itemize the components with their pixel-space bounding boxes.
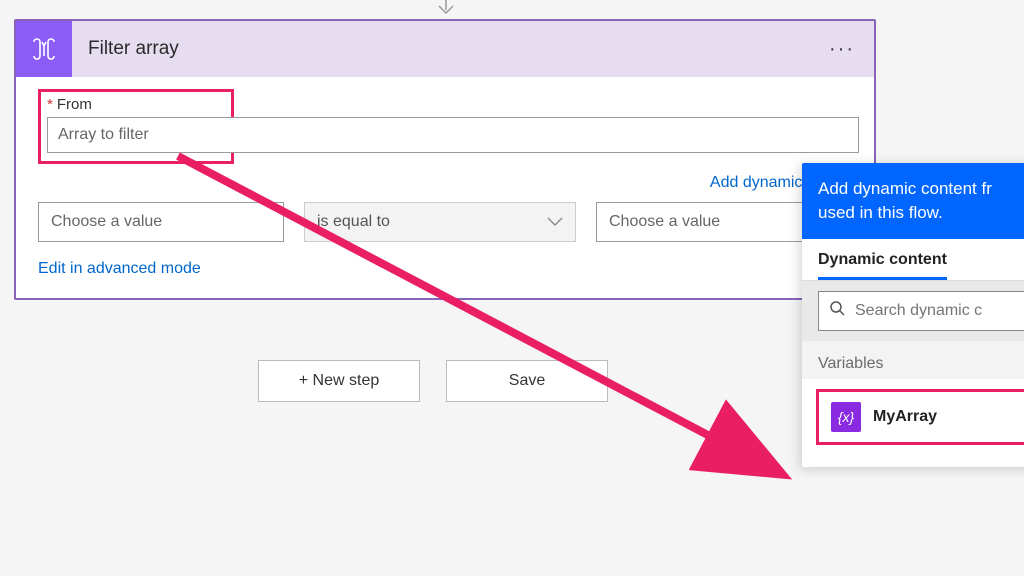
from-input[interactable]: [47, 117, 859, 153]
from-label: * From: [47, 96, 225, 113]
flyout-search-input[interactable]: [855, 302, 1024, 320]
variable-item-label: MyArray: [873, 408, 937, 426]
data-operations-icon: [16, 21, 72, 77]
save-button[interactable]: Save: [446, 360, 608, 402]
card-body: * From Add dynamic conte is equal to: [16, 77, 874, 298]
card-title: Filter array: [72, 38, 824, 60]
chevron-down-icon: [547, 214, 563, 230]
search-icon: [829, 300, 845, 321]
variable-myarray-item[interactable]: {x} MyArray: [816, 389, 1024, 445]
operator-label: is equal to: [317, 213, 390, 231]
add-dynamic-content-link[interactable]: Add dynamic conte: [38, 174, 852, 192]
from-field-highlight: * From: [38, 89, 234, 164]
new-step-button[interactable]: + New step: [258, 360, 420, 402]
flyout-header: Add dynamic content fr used in this flow…: [802, 163, 1024, 239]
from-label-text: From: [57, 96, 92, 113]
flow-actions-row: + New step Save: [258, 360, 608, 402]
tab-dynamic-content[interactable]: Dynamic content: [818, 251, 947, 280]
required-asterisk: *: [47, 96, 53, 113]
variable-icon: {x}: [831, 402, 861, 432]
card-menu-button[interactable]: ···: [824, 38, 860, 61]
flyout-section-variables: Variables: [802, 341, 1024, 379]
filter-left-value-input[interactable]: [38, 202, 284, 242]
filter-array-card: Filter array ··· * From Add dynamic cont…: [14, 19, 876, 300]
filter-condition-row: is equal to: [38, 202, 852, 242]
flyout-tabs: Dynamic content: [802, 239, 1024, 281]
filter-operator-select[interactable]: is equal to: [304, 202, 576, 242]
flow-connector-arrow: [436, 0, 456, 20]
card-header[interactable]: Filter array ···: [16, 21, 874, 77]
ellipsis-icon: ···: [829, 38, 855, 60]
edit-advanced-mode-link[interactable]: Edit in advanced mode: [38, 260, 852, 278]
flyout-search-box[interactable]: [818, 291, 1024, 331]
dynamic-content-flyout: Add dynamic content fr used in this flow…: [802, 163, 1024, 467]
flyout-search-area: [802, 281, 1024, 341]
